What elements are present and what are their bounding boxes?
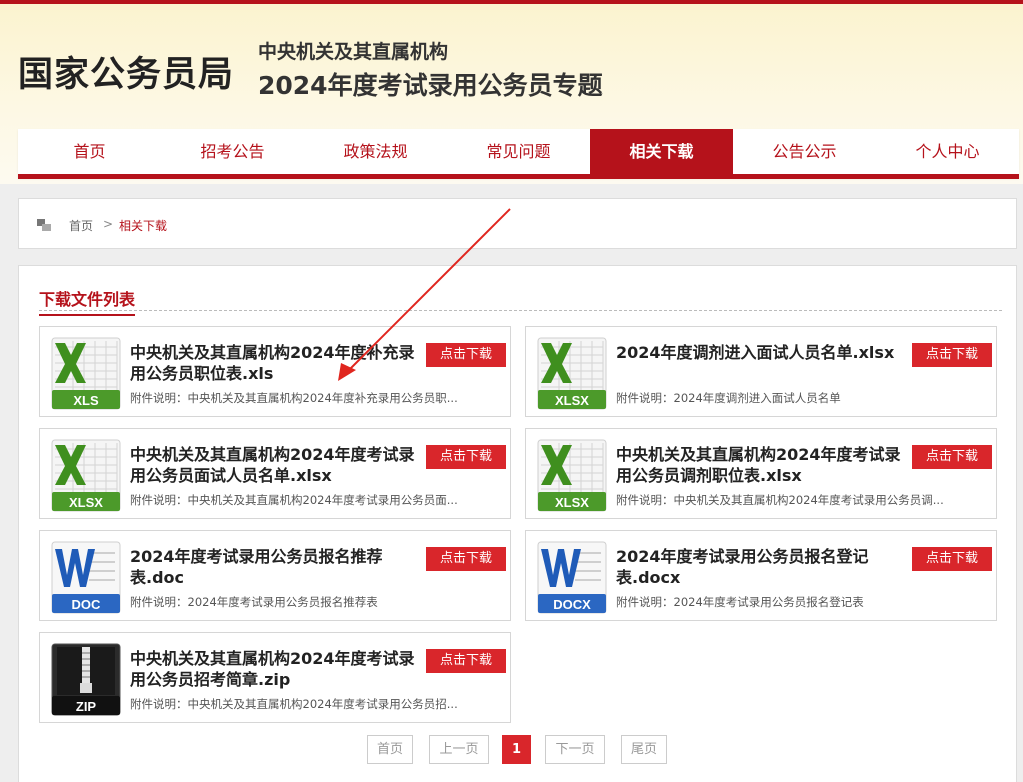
header-title: 2024年度考试录用公务员专题 [258, 71, 603, 100]
file-card: DOCX 2024年度考试录用公务员报名登记表.docx 点击下载附件说明：2024… [525, 530, 997, 621]
file-description: 附件说明：中央机关及其直属机构2024年度考试录用公务员面... [130, 493, 458, 507]
header-subtitle: 中央机关及其直属机构 [258, 41, 449, 63]
download-button[interactable]: 点击下载 [912, 343, 992, 367]
excel-file-icon[interactable]: XLS [51, 337, 121, 410]
nav-underline [18, 174, 1019, 179]
download-button[interactable]: 点击下载 [426, 547, 506, 571]
location-icon [37, 219, 51, 231]
file-card: DOC 2024年度考试录用公务员报名推荐表.doc 点击下载附件说明：2024年度… [39, 530, 511, 621]
pagination-first[interactable]: 首页 [367, 735, 413, 764]
file-description: 附件说明：2024年度考试录用公务员报名推荐表 [130, 595, 378, 609]
nav-item-policies[interactable]: 政策法规 [304, 129, 447, 174]
file-title[interactable]: 中央机关及其直属机构2024年度考试录用公务员调剂职位表.xlsx [616, 444, 908, 486]
svg-text:ZIP: ZIP [76, 699, 97, 714]
file-description: 附件说明：中央机关及其直属机构2024年度考试录用公务员调... [616, 493, 944, 507]
word-file-icon[interactable]: DOC [51, 541, 121, 614]
file-card: XLSX 2024年度调剂进入面试人员名单.xlsx 点击下载附件说明：2024年度… [525, 326, 997, 417]
file-title[interactable]: 中央机关及其直属机构2024年度考试录用公务员面试人员名单.xlsx [130, 444, 422, 486]
breadcrumb-separator: > [103, 217, 114, 231]
svg-text:DOCX: DOCX [553, 597, 591, 612]
breadcrumb-home-link[interactable]: 首页 [69, 217, 93, 234]
breadcrumb: 首页 > 相关下载 [18, 198, 1017, 249]
file-title[interactable]: 2024年度调剂进入面试人员名单.xlsx [616, 342, 908, 363]
svg-text:XLS: XLS [73, 393, 99, 408]
nav-item-downloads[interactable]: 相关下载 [590, 129, 733, 174]
download-button[interactable]: 点击下载 [912, 547, 992, 571]
download-button[interactable]: 点击下载 [426, 445, 506, 469]
word-file-icon[interactable]: DOCX [537, 541, 607, 614]
excel-file-icon[interactable]: XLSX [537, 337, 607, 410]
nav-item-faq[interactable]: 常见问题 [447, 129, 590, 174]
main-nav: 首页 招考公告 政策法规 常见问题 相关下载 公告公示 个人中心 [18, 129, 1019, 178]
pagination-page-current[interactable]: 1 [502, 735, 531, 764]
file-card: XLSX 中央机关及其直属机构2024年度考试录用公务员面试人员名单.xlsx 点击… [39, 428, 511, 519]
file-card: ZIP 中央机关及其直属机构2024年度考试录用公务员招考简章.zip 点击下载附件… [39, 632, 511, 723]
file-card: XLSX 中央机关及其直属机构2024年度考试录用公务员调剂职位表.xlsx 点击下… [525, 428, 997, 519]
zip-file-icon[interactable]: ZIP [51, 643, 121, 716]
section-title: 下载文件列表 [39, 286, 136, 316]
file-description: 附件说明：中央机关及其直属机构2024年度补充录用公务员职... [130, 391, 458, 405]
download-button[interactable]: 点击下载 [426, 649, 506, 673]
pagination-prev[interactable]: 上一页 [429, 735, 489, 764]
site-logo-text[interactable]: 国家公务员局 [18, 46, 234, 97]
file-description: 附件说明：2024年度调剂进入面试人员名单 [616, 391, 841, 405]
breadcrumb-current[interactable]: 相关下载 [119, 217, 167, 234]
svg-text:XLSX: XLSX [555, 393, 589, 408]
file-title[interactable]: 中央机关及其直属机构2024年度考试录用公务员招考简章.zip [130, 648, 422, 690]
nav-item-recruitment-notices[interactable]: 招考公告 [161, 129, 304, 174]
svg-text:XLSX: XLSX [69, 495, 103, 510]
nav-item-announcements[interactable]: 公告公示 [733, 129, 876, 174]
download-button[interactable]: 点击下载 [912, 445, 992, 469]
file-description: 附件说明：2024年度考试录用公务员报名登记表 [616, 595, 864, 609]
file-card: XLS 中央机关及其直属机构2024年度补充录用公务员职位表.xls 点击下载附件说… [39, 326, 511, 417]
file-title[interactable]: 2024年度考试录用公务员报名推荐表.doc [130, 546, 422, 588]
download-button[interactable]: 点击下载 [426, 343, 506, 367]
svg-text:XLSX: XLSX [555, 495, 589, 510]
svg-text:DOC: DOC [72, 597, 102, 612]
file-description: 附件说明：中央机关及其直属机构2024年度考试录用公务员招... [130, 697, 458, 711]
nav-item-home[interactable]: 首页 [18, 129, 161, 174]
pagination-next[interactable]: 下一页 [545, 735, 605, 764]
pagination: 首页 上一页 1 下一页 尾页 [0, 735, 1023, 765]
file-title[interactable]: 2024年度考试录用公务员报名登记表.docx [616, 546, 908, 588]
excel-file-icon[interactable]: XLSX [537, 439, 607, 512]
excel-file-icon[interactable]: XLSX [51, 439, 121, 512]
nav-item-personal-center[interactable]: 个人中心 [876, 129, 1019, 174]
section-divider [39, 310, 1002, 311]
file-title[interactable]: 中央机关及其直属机构2024年度补充录用公务员职位表.xls [130, 342, 422, 384]
pagination-last[interactable]: 尾页 [621, 735, 667, 764]
